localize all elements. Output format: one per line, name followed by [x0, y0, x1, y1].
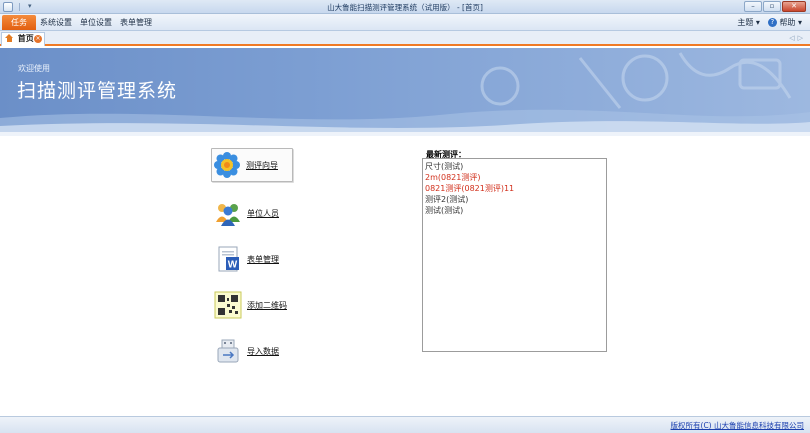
tab-home-label: 首页 [17, 34, 34, 43]
shortcut-evaluation-wizard[interactable]: 测评向导 [211, 148, 293, 182]
shortcut-label: 单位人员 [247, 208, 279, 218]
help-menu[interactable]: ? 帮助 ▾ [767, 16, 802, 29]
shortcut-unit-personnel[interactable]: 单位人员 [213, 196, 299, 230]
shortcut-form-management[interactable]: W 表单管理 [213, 242, 299, 276]
menu-right: 主题 ▾ ? 帮助 ▾ [737, 16, 802, 29]
document-tab-strip: 首页 × ◁▷ [0, 31, 810, 46]
menu-unit-settings[interactable]: 单位设置 [79, 16, 113, 29]
shortcut-label: 添加二维码 [247, 300, 287, 310]
app-name-heading: 扫描测评管理系统 [17, 80, 178, 102]
window-controls: – ▫ ✕ [744, 1, 806, 13]
qr-code-icon [213, 290, 243, 320]
window-titlebar[interactable]: ▾ 山大鲁能扫描测评管理系统（试用版） - [首页] – ▫ ✕ [0, 0, 810, 14]
list-item[interactable]: 尺寸(测试) [425, 161, 604, 172]
latest-evaluations-list[interactable]: 尺寸(测试) 2m(0821测评) 0821测评(0821测评)11 测评2(测… [422, 158, 607, 352]
home-icon [5, 34, 14, 42]
help-icon: ? [767, 18, 777, 27]
menu-items: 系统设置 单位设置 表单管理 [39, 16, 153, 29]
list-item[interactable]: 2m(0821测评) [425, 172, 604, 183]
status-bar: 版权所有(C) 山大鲁能信息科技有限公司 [0, 416, 810, 433]
people-group-icon [213, 198, 243, 228]
shortcut-import-data[interactable]: 导入数据 [213, 334, 299, 368]
shortcut-label: 测评向导 [246, 160, 278, 170]
copyright-link[interactable]: 版权所有(C) 山大鲁能信息科技有限公司 [671, 420, 804, 431]
close-button[interactable]: ✕ [782, 1, 806, 12]
help-menu-label: 帮助 ▾ [779, 18, 802, 27]
word-document-icon: W [213, 244, 243, 274]
list-item[interactable]: 测试(测试) [425, 205, 604, 216]
menu-form-management[interactable]: 表单管理 [119, 16, 153, 29]
usb-drive-icon [213, 336, 243, 366]
window-title: 山大鲁能扫描测评管理系统（试用版） - [首页] [327, 3, 483, 12]
tab-close-icon[interactable]: × [34, 35, 42, 43]
theme-menu[interactable]: 主题 ▾ [737, 16, 760, 29]
menu-system-settings[interactable]: 系统设置 [39, 16, 73, 29]
banner-tools-decoration [480, 52, 792, 109]
welcome-banner: 欢迎使用 扫描测评管理系统 [0, 48, 810, 136]
list-item[interactable]: 0821测评(0821测评)11 [425, 183, 604, 194]
menu-bar: 任务 系统设置 单位设置 表单管理 主题 ▾ ? 帮助 ▾ [0, 14, 810, 31]
svg-text:W: W [228, 260, 238, 271]
tab-home[interactable]: 首页 × [1, 32, 45, 46]
task-menu-tab[interactable]: 任务 [2, 15, 36, 30]
shortcut-add-qr-code[interactable]: 添加二维码 [213, 288, 299, 322]
maximize-button[interactable]: ▫ [763, 1, 781, 12]
wizard-flower-icon [212, 150, 242, 180]
shortcut-label: 导入数据 [247, 346, 279, 356]
list-item[interactable]: 测评2(测试) [425, 194, 604, 205]
minimize-button[interactable]: – [744, 1, 762, 12]
shortcut-label: 表单管理 [247, 254, 279, 264]
welcome-text: 欢迎使用 [18, 64, 50, 73]
tab-scroll-arrows[interactable]: ◁▷ [789, 34, 806, 42]
